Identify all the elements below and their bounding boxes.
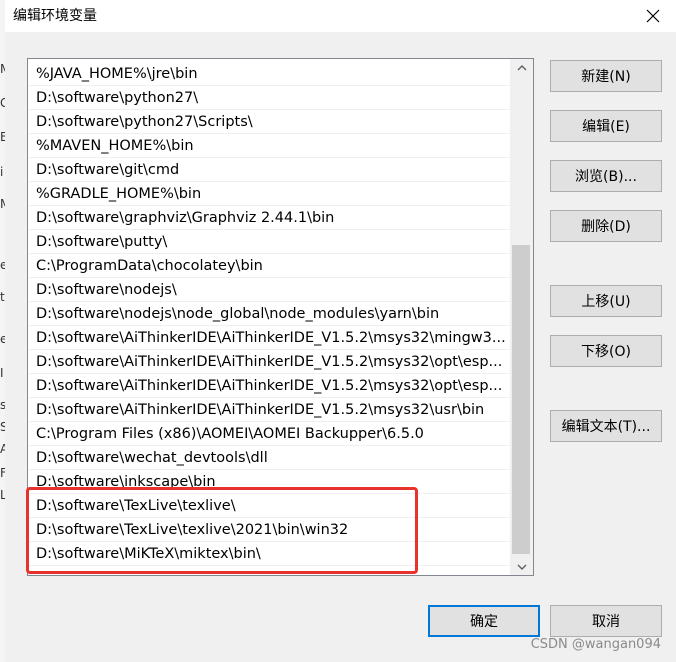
path-list-item[interactable]: D:\software\inkscape\bin bbox=[29, 470, 510, 494]
vertical-scrollbar[interactable] bbox=[510, 59, 533, 575]
path-list-item[interactable]: D:\software\git\cmd bbox=[29, 158, 510, 182]
path-rows: %JAVA_HOME%\jre\bin D:\software\python27\… bbox=[29, 62, 510, 566]
path-list-item[interactable]: D:\software\python27\ bbox=[29, 86, 510, 110]
chevron-down-icon bbox=[517, 564, 526, 570]
scroll-up-button[interactable] bbox=[510, 59, 533, 76]
path-list-item[interactable]: D:\software\TexLive\texlive\ bbox=[29, 494, 510, 518]
csdn-watermark: CSDN @wangan094 bbox=[530, 637, 661, 652]
path-list-item[interactable]: D:\software\python27\Scripts\ bbox=[29, 110, 510, 134]
title-bar: 编辑环境变量 bbox=[5, 0, 676, 32]
path-list-item[interactable]: D:\software\putty\ bbox=[29, 230, 510, 254]
path-list-item[interactable]: C:\ProgramData\chocolatey\bin bbox=[29, 254, 510, 278]
path-list-item[interactable]: %GRADLE_HOME%\bin bbox=[29, 182, 510, 206]
path-list-item[interactable]: D:\software\MiKTeX\miktex\bin\ bbox=[29, 542, 510, 566]
edit-button[interactable]: 编辑(E) bbox=[550, 110, 662, 142]
background-window-char: i bbox=[0, 165, 4, 179]
path-list-item[interactable]: D:\software\graphviz\Graphviz 2.44.1\bin bbox=[29, 206, 510, 230]
ok-button[interactable]: 确定 bbox=[428, 605, 540, 637]
path-list-item[interactable]: C:\Program Files (x86)\AOMEI\AOMEI Backu… bbox=[29, 422, 510, 446]
cancel-button[interactable]: 取消 bbox=[550, 605, 662, 637]
path-list-item[interactable]: D:\software\wechat_devtools\dll bbox=[29, 446, 510, 470]
background-window-char: t bbox=[0, 290, 5, 304]
path-list-item[interactable]: D:\software\AiThinkerIDE\AiThinkerIDE_V1… bbox=[29, 374, 510, 398]
chevron-up-icon bbox=[517, 64, 526, 70]
path-list-item[interactable]: %MAVEN_HOME%\bin bbox=[29, 134, 510, 158]
path-list-item[interactable]: D:\software\nodejs\node_global\node_modu… bbox=[29, 302, 510, 326]
scroll-down-button[interactable] bbox=[510, 558, 533, 575]
path-list-item[interactable]: D:\software\nodejs\ bbox=[29, 278, 510, 302]
browse-button[interactable]: 浏览(B)... bbox=[550, 160, 662, 192]
path-list-item[interactable]: D:\software\AiThinkerIDE\AiThinkerIDE_V1… bbox=[29, 398, 510, 422]
path-list-item[interactable]: D:\software\AiThinkerIDE\AiThinkerIDE_V1… bbox=[29, 326, 510, 350]
background-window-char: I bbox=[0, 366, 4, 380]
close-button[interactable] bbox=[630, 0, 676, 32]
path-list[interactable]: %JAVA_HOME%\jre\bin D:\software\python27\… bbox=[27, 58, 534, 576]
move-down-button[interactable]: 下移(O) bbox=[550, 335, 662, 367]
path-list-item[interactable]: %JAVA_HOME%\jre\bin bbox=[29, 62, 510, 86]
move-up-button[interactable]: 上移(U) bbox=[550, 285, 662, 317]
close-icon bbox=[646, 9, 660, 23]
scrollbar-thumb[interactable] bbox=[512, 245, 530, 554]
path-list-item[interactable]: D:\software\AiThinkerIDE\AiThinkerIDE_V1… bbox=[29, 350, 510, 374]
delete-button[interactable]: 删除(D) bbox=[550, 210, 662, 242]
new-button[interactable]: 新建(N) bbox=[550, 60, 662, 92]
path-list-item[interactable]: D:\software\TexLive\texlive\2021\bin\win… bbox=[29, 518, 510, 542]
edit-text-button[interactable]: 编辑文本(T)... bbox=[550, 410, 662, 442]
dialog-title: 编辑环境变量 bbox=[13, 8, 97, 24]
edit-environment-variable-dialog: 编辑环境变量 %JAVA_HOME%\jre\bin D:\software\py… bbox=[5, 0, 676, 662]
